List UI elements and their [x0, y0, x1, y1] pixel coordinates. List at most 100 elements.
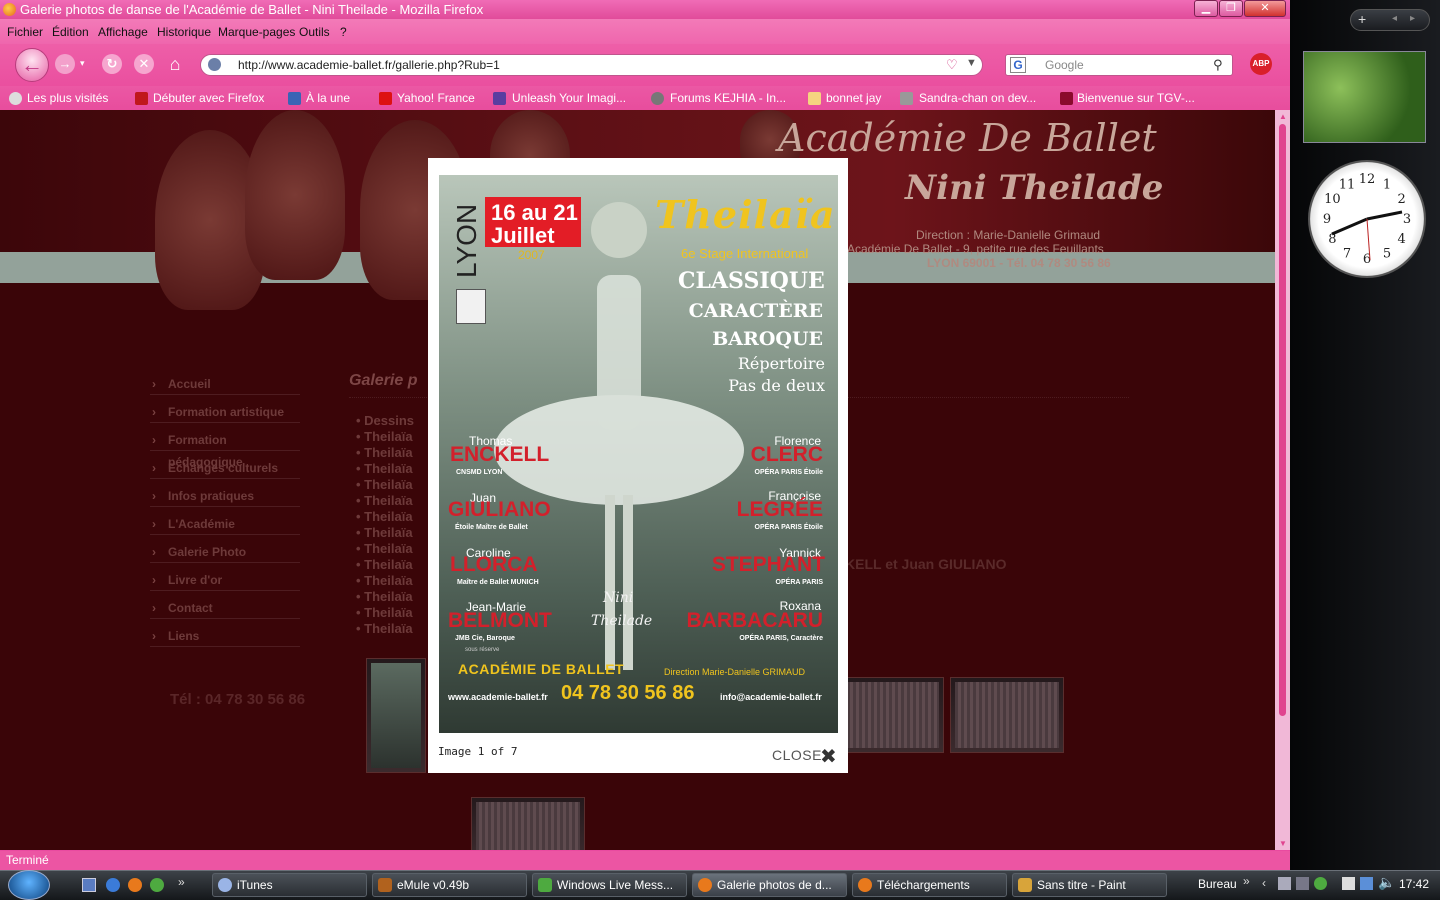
- messenger-tray-icon[interactable]: [1314, 877, 1327, 890]
- bookmark-getting-started[interactable]: Débuter avec Firefox: [153, 91, 264, 105]
- search-icon[interactable]: ⚲: [1213, 57, 1223, 73]
- gallery-list-item[interactable]: • Dessins: [356, 413, 414, 428]
- gallery-thumbnail[interactable]: [950, 677, 1064, 753]
- taskbar-item-emule[interactable]: eMule v0.49b: [372, 873, 527, 897]
- menu-formation-artistique[interactable]: Formation artistique: [150, 401, 300, 423]
- close-window-button[interactable]: ✕: [1244, 0, 1286, 17]
- tray-expand-icon[interactable]: ‹: [1262, 876, 1266, 890]
- taskbar-item-paint[interactable]: Sans titre - Paint: [1012, 873, 1167, 897]
- url-dropdown-icon[interactable]: ▼: [966, 57, 977, 69]
- menu-echanges-culturels[interactable]: Echanges culturels: [150, 457, 300, 479]
- network-tray-icon[interactable]: [1342, 877, 1355, 890]
- gallery-list-item[interactable]: • Theilaïa: [356, 477, 413, 492]
- menu-accueil[interactable]: Accueil: [150, 373, 300, 395]
- scroll-up-arrow[interactable]: ▲: [1279, 112, 1287, 121]
- taskbar-item-messenger[interactable]: Windows Live Mess...: [532, 873, 687, 897]
- gallery-list-item[interactable]: • Theilaïa: [356, 605, 413, 620]
- search-input[interactable]: [1005, 54, 1233, 76]
- menu-outils[interactable]: Outils: [299, 25, 330, 39]
- gallery-list-item[interactable]: • Theilaïa: [356, 493, 413, 508]
- toolbar-expand-icon[interactable]: »: [1243, 874, 1250, 888]
- desktop-toolbar-label[interactable]: Bureau: [1198, 877, 1237, 891]
- quicklaunch-more-icon[interactable]: »: [178, 875, 185, 889]
- gallery-list-item[interactable]: • Theilaïa: [356, 509, 413, 524]
- lightbox-close-label[interactable]: CLOSE: [772, 747, 822, 763]
- minimize-button[interactable]: ▁: [1194, 0, 1218, 17]
- lightbox-caption: Image 1 of 7: [438, 745, 518, 758]
- bonnet-icon: [808, 92, 821, 105]
- bookmark-most-visited[interactable]: Les plus visités: [27, 91, 108, 105]
- add-gadget-button[interactable]: +: [1358, 11, 1366, 27]
- menu-historique[interactable]: Historique: [157, 25, 211, 39]
- bookmark-unleash[interactable]: Unleash Your Imagi...: [512, 91, 626, 105]
- start-button[interactable]: [8, 870, 50, 900]
- bookmark-yahoo[interactable]: Yahoo! France: [397, 91, 475, 105]
- gallery-list-item[interactable]: • Theilaïa: [356, 557, 413, 572]
- adblock-icon[interactable]: ABP: [1250, 53, 1272, 75]
- menu-contact[interactable]: Contact: [150, 597, 300, 619]
- close-icon[interactable]: ✖: [820, 744, 837, 769]
- firefox-quicklaunch-icon[interactable]: [128, 878, 142, 892]
- menu-help[interactable]: ?: [340, 25, 347, 39]
- stop-icon[interactable]: ✕: [134, 54, 154, 74]
- home-icon[interactable]: ⌂: [165, 54, 185, 74]
- url-text[interactable]: http://www.academie-ballet.fr/gallerie.p…: [238, 58, 500, 72]
- menu-formation-pedagogique[interactable]: Formation pédagogique: [150, 429, 300, 469]
- scroll-down-arrow[interactable]: ▼: [1279, 839, 1287, 848]
- menu-liens[interactable]: Liens: [150, 625, 300, 647]
- sidebar-prev-button[interactable]: ◂: [1392, 13, 1397, 24]
- gallery-list-item[interactable]: • Theilaïa: [356, 461, 413, 476]
- site-identity-icon[interactable]: [208, 58, 221, 71]
- menu-galerie-photo[interactable]: Galerie Photo: [150, 541, 300, 563]
- tray-icon[interactable]: [1278, 877, 1291, 890]
- bookmark-forums[interactable]: Forums KEJHIA - In...: [670, 91, 786, 105]
- dancer-leg-shape: [623, 495, 633, 670]
- tray-icon[interactable]: [1296, 877, 1309, 890]
- menu-edition[interactable]: Édition: [52, 25, 89, 39]
- taskbar-item-downloads[interactable]: Téléchargements: [852, 873, 1007, 897]
- history-dropdown-icon[interactable]: ▾: [80, 58, 85, 69]
- tray-clock[interactable]: 17:42: [1399, 877, 1429, 891]
- bookmark-news[interactable]: À la une: [306, 91, 350, 105]
- gallery-list-item[interactable]: • Theilaïa: [356, 621, 413, 636]
- gallery-list-item[interactable]: • Theilaïa: [356, 589, 413, 604]
- gallery-list-item[interactable]: • Theilaïa: [356, 573, 413, 588]
- sidebar-next-button[interactable]: ▸: [1410, 13, 1415, 24]
- menu-marque-pages[interactable]: Marque-pages: [218, 25, 295, 39]
- gallery-list-item[interactable]: • Theilaïa: [356, 525, 413, 540]
- maximize-button[interactable]: ❐: [1219, 0, 1243, 17]
- show-desktop-icon[interactable]: [82, 878, 96, 892]
- bookmark-bonnet[interactable]: bonnet jay: [826, 91, 881, 105]
- banner-dancer-image: [245, 110, 345, 280]
- taskbar-item-itunes[interactable]: iTunes: [212, 873, 367, 897]
- bookmark-tgv[interactable]: Bienvenue sur TGV-...: [1077, 91, 1195, 105]
- site-subtitle: Nini Theilade: [905, 168, 1164, 208]
- back-button[interactable]: ←: [15, 48, 49, 82]
- bookmark-star-icon[interactable]: ♡: [946, 57, 958, 73]
- forward-button[interactable]: →: [55, 54, 75, 74]
- reserve-note: sous réserve: [465, 647, 500, 653]
- gallery-list-item[interactable]: • Theilaïa: [356, 541, 413, 556]
- gallery-list-item[interactable]: • Theilaïa: [356, 429, 413, 444]
- gallery-thumbnail[interactable]: [471, 797, 585, 850]
- reload-icon[interactable]: ↻: [102, 54, 122, 74]
- volume-icon[interactable]: 🔈: [1378, 874, 1395, 891]
- slideshow-gadget[interactable]: [1303, 51, 1426, 143]
- gallery-list-item[interactable]: • Theilaïa: [356, 445, 413, 460]
- security-tray-icon[interactable]: [1360, 877, 1373, 890]
- messenger-quicklaunch-icon[interactable]: [150, 878, 164, 892]
- ie-quicklaunch-icon[interactable]: [106, 878, 120, 892]
- bookmark-sandra[interactable]: Sandra-chan on dev...: [919, 91, 1036, 105]
- teacher-role: OPÉRA PARIS Étoile: [754, 524, 823, 531]
- menu-infos-pratiques[interactable]: Infos pratiques: [150, 485, 300, 507]
- clock-gadget[interactable]: 12 1 2 3 4 5 6 7 8 9 10 11: [1308, 160, 1426, 278]
- menu-affichage[interactable]: Affichage: [98, 25, 148, 39]
- menu-fichier[interactable]: Fichier: [7, 25, 43, 39]
- taskbar-item-firefox[interactable]: Galerie photos de d...: [692, 873, 847, 897]
- gallery-thumbnail[interactable]: [366, 658, 426, 773]
- menu-livre-dor[interactable]: Livre d'or: [150, 569, 300, 591]
- clock-hand: [1331, 217, 1368, 236]
- menu-academie[interactable]: L'Académie: [150, 513, 300, 535]
- search-engine-icon[interactable]: G: [1010, 57, 1026, 73]
- scrollbar-thumb[interactable]: [1279, 124, 1286, 716]
